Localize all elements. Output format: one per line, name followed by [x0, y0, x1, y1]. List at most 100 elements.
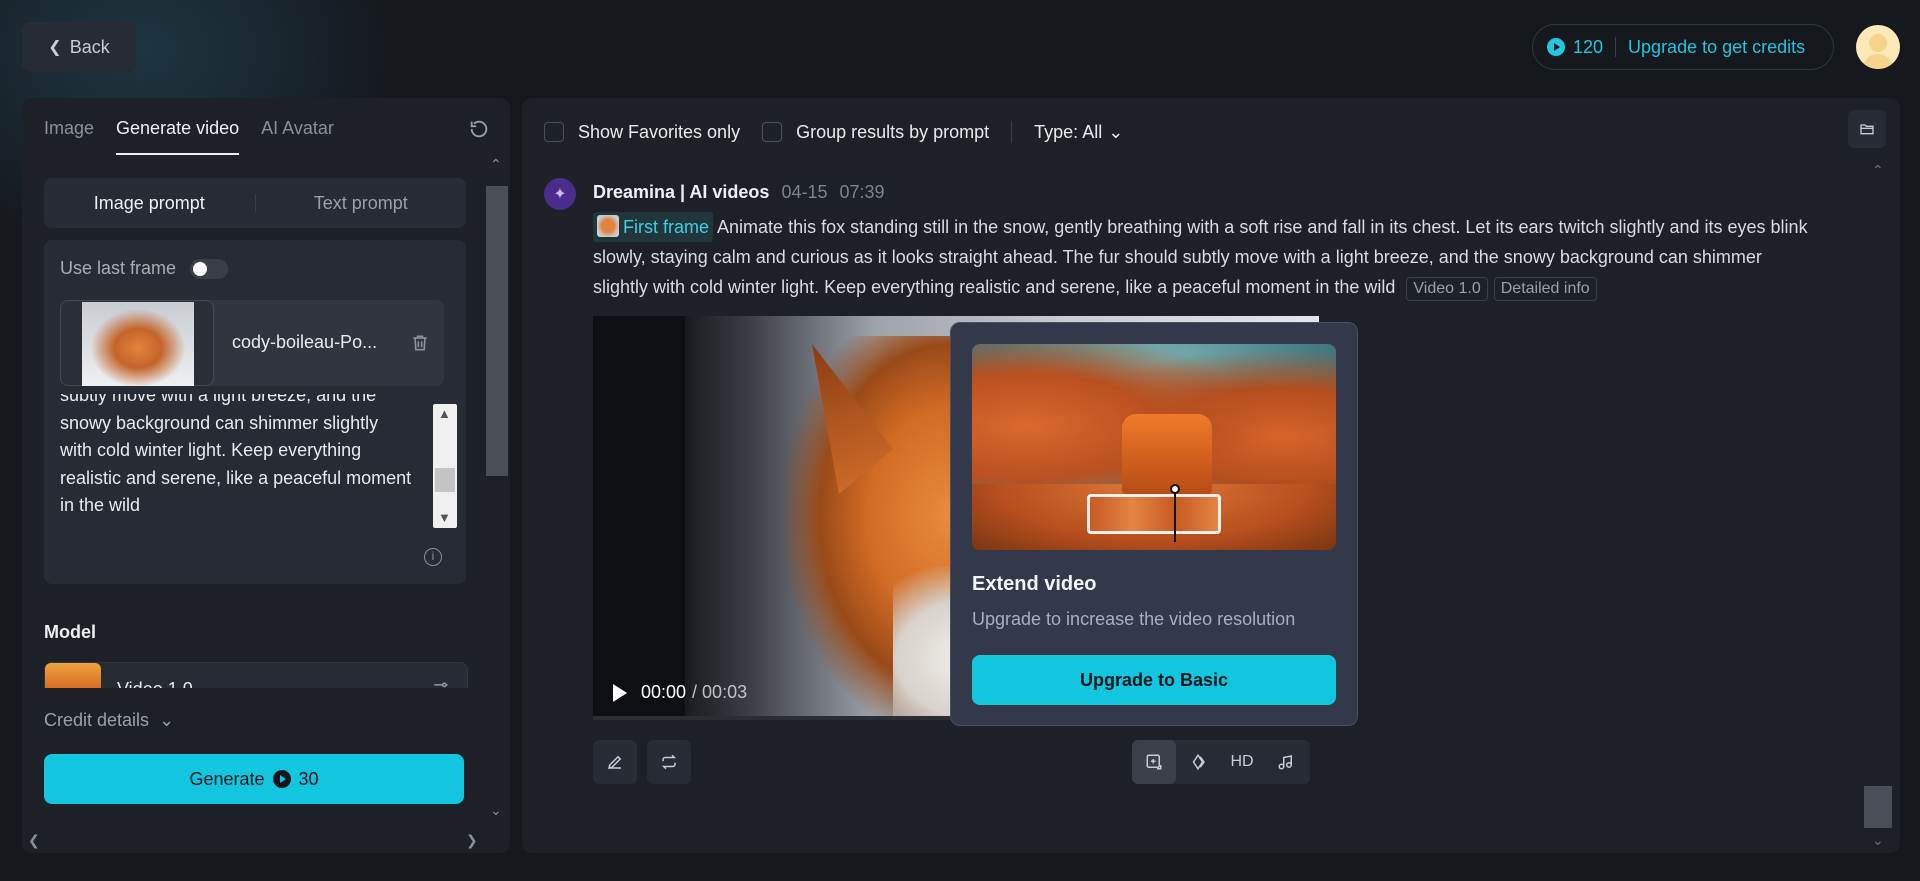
prompt-text: Animate this fox standing still in the s… [593, 217, 1808, 297]
interpolate-button[interactable] [1176, 740, 1220, 784]
prompt-line: realistic and serene, like a peaceful mo… [60, 467, 412, 488]
dreamina-logo [544, 178, 576, 210]
diamond-icon [1192, 753, 1205, 771]
scroll-left-icon[interactable]: ❮ [28, 832, 40, 849]
credit-coin-icon [272, 770, 291, 788]
video-controls: 00:00 / 00:03 [613, 682, 747, 703]
scroll-down-icon[interactable]: ▼ [438, 510, 451, 525]
prompt-textarea[interactable]: subtly move with a light breeze, and the… [60, 394, 420, 530]
scrollbar-thumb[interactable] [435, 468, 455, 492]
tab-generate-video[interactable]: Generate video [116, 118, 240, 155]
scroll-right-icon[interactable]: ❯ [466, 832, 478, 849]
first-frame-chip[interactable]: First frame [593, 212, 714, 242]
extend-video-button[interactable] [1132, 740, 1176, 784]
user-avatar[interactable] [1856, 25, 1900, 69]
timeline-cursor [1174, 486, 1176, 542]
divider [1011, 121, 1013, 143]
repeat-icon [661, 754, 677, 770]
credits-count: 120 [1573, 36, 1604, 57]
video-tools: HD [1132, 740, 1310, 784]
scroll-down-icon[interactable]: ⌄ [490, 802, 502, 819]
tab-ai-avatar[interactable]: AI Avatar [261, 118, 334, 155]
add-audio-button[interactable] [1264, 740, 1308, 784]
train [1122, 414, 1212, 494]
results-panel: Show Favorites only Group results by pro… [522, 98, 1900, 853]
chevron-left-icon: ❮ [48, 39, 62, 56]
chevron-down-icon: ⌄ [1108, 121, 1124, 142]
trash-icon[interactable] [410, 332, 430, 354]
result-date: 04-15 [781, 182, 828, 202]
model-tag[interactable]: Video 1.0 [1406, 277, 1488, 301]
credit-details-toggle[interactable]: Credit details ⌄ [44, 710, 174, 731]
hd-button[interactable]: HD [1220, 740, 1264, 784]
prompt-mode-toggle: Image prompt Text prompt [44, 178, 466, 228]
result-time: 07:39 [839, 182, 885, 202]
reset-icon[interactable] [468, 118, 490, 140]
prompt-line: snowy background can shimmer slightly [60, 412, 379, 433]
mode-tabs: Image Generate video AI Avatar [44, 118, 334, 155]
image-prompt-option[interactable]: Image prompt [44, 193, 255, 214]
use-last-frame-toggle[interactable] [190, 258, 229, 279]
image-thumbnail-frame[interactable] [60, 300, 214, 386]
info-icon[interactable]: i [424, 548, 442, 566]
use-last-frame-row: Use last frame [60, 258, 229, 279]
panel-scrollbar[interactable]: ⌃ ⌄ [484, 150, 510, 830]
edit-button[interactable] [593, 740, 637, 784]
scroll-up-icon[interactable]: ⌃ [490, 156, 502, 173]
upgrade-to-basic-button[interactable]: Upgrade to Basic [972, 655, 1336, 705]
tab-image[interactable]: Image [44, 118, 94, 155]
prompt-line: subtly move with a light breeze, and the [60, 394, 377, 405]
left-panel: Image Generate video AI Avatar Image pro… [22, 98, 510, 853]
text-prompt-option[interactable]: Text prompt [256, 193, 467, 214]
detailed-info-tag[interactable]: Detailed info [1493, 277, 1597, 301]
chevron-down-icon: ⌄ [154, 710, 175, 730]
regenerate-button[interactable] [647, 740, 691, 784]
generate-cost: 30 [298, 768, 319, 789]
result-source: Dreamina | AI videos [593, 182, 770, 202]
scrollbar-thumb[interactable] [486, 186, 508, 476]
generate-button[interactable]: Generate 30 [44, 754, 464, 804]
popover-title: Extend video [972, 573, 1097, 595]
scrollbar-thumb[interactable] [1864, 786, 1892, 828]
credits-pill[interactable]: 120 Upgrade to get credits [1532, 24, 1834, 70]
popover-subtitle: Upgrade to increase the video resolution [972, 609, 1296, 629]
timeline-strip [1087, 494, 1221, 534]
extend-video-popover: Extend video Upgrade to increase the vid… [950, 322, 1358, 726]
scroll-down-icon[interactable]: ⌄ [1872, 832, 1884, 849]
group-by-prompt-checkbox[interactable]: Group results by prompt [762, 122, 989, 143]
extend-video-icon [1146, 754, 1162, 770]
first-frame-thumbnail [597, 215, 619, 237]
folder-icon [1860, 124, 1874, 135]
upgrade-credits-link[interactable]: Upgrade to get credits [1628, 37, 1805, 58]
folder-button[interactable] [1848, 110, 1886, 148]
result-prompt: First frame Animate this fox standing st… [593, 212, 1813, 302]
play-icon[interactable] [613, 683, 627, 702]
scroll-up-icon[interactable]: ▲ [438, 406, 451, 421]
show-favorites-checkbox[interactable]: Show Favorites only [544, 122, 740, 143]
timeline-knob [1170, 484, 1180, 494]
uploaded-image-card: cody-boileau-Po... [60, 300, 444, 386]
video-current-time: 00:00 [641, 682, 687, 702]
file-name: cody-boileau-Po... [232, 332, 378, 352]
fox-image-thumbnail [82, 302, 194, 386]
credit-coin-icon [1547, 38, 1565, 56]
back-label: Back [69, 36, 110, 57]
back-button[interactable]: ❮ Back [22, 22, 136, 72]
generate-label: Generate [189, 768, 265, 789]
model-heading: Model [44, 622, 96, 642]
checkbox-box[interactable] [762, 122, 783, 142]
filter-bar: Show Favorites only Group results by pro… [544, 116, 1145, 148]
music-note-icon [1278, 755, 1292, 770]
checkbox-box[interactable] [544, 122, 564, 142]
generate-footer: Credit details ⌄ Generate 30 [22, 688, 484, 853]
video-total-time: / 00:03 [692, 682, 748, 702]
use-last-frame-label: Use last frame [60, 258, 177, 278]
show-favorites-label: Show Favorites only [578, 121, 741, 142]
scroll-up-icon[interactable]: ⌃ [1872, 162, 1884, 179]
type-label: Type: All [1034, 121, 1103, 142]
textarea-scrollbar[interactable]: ▲ ▼ [433, 404, 457, 528]
type-dropdown[interactable]: Type: All ⌄ [1034, 122, 1123, 143]
prompt-line: with cold winter light. Keep everything [60, 440, 362, 460]
prompt-card: Use last frame cody-boileau-Po... subtly… [44, 240, 466, 584]
first-frame-label: First frame [623, 217, 710, 237]
